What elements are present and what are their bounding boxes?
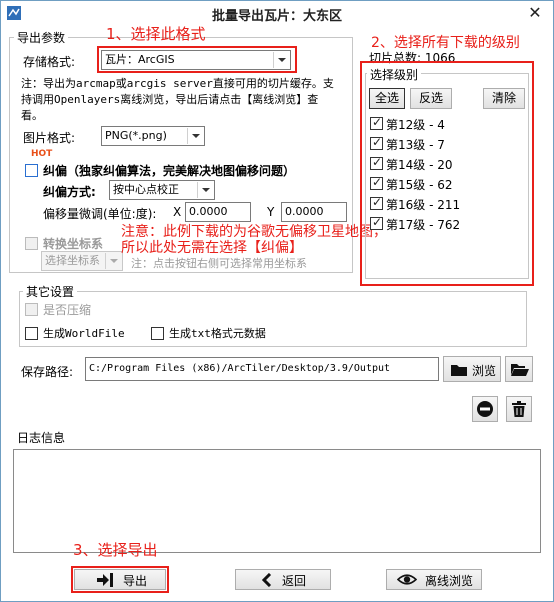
- annotation-step1: 1、选择此格式: [106, 25, 206, 43]
- offset-x-label: X: [173, 205, 182, 219]
- level-label: 第17级 - 762: [386, 218, 461, 232]
- level-label: 第12级 - 4: [386, 118, 445, 132]
- level-label: 第16级 - 211: [386, 198, 461, 212]
- rectify-label: 纠偏（独家纠偏算法，完美解决地图偏移问题）: [43, 164, 296, 178]
- close-button[interactable]: ✕: [521, 4, 549, 22]
- compress-checkbox[interactable]: [25, 303, 38, 316]
- level-checkbox[interactable]: [370, 155, 383, 170]
- export-label: 导出: [123, 574, 148, 588]
- offset-y-label: Y: [267, 205, 275, 219]
- select-all-button[interactable]: 全选: [369, 88, 405, 109]
- worldfile-checkbox[interactable]: [25, 327, 38, 340]
- level-item[interactable]: 第12级 - 4: [368, 114, 526, 134]
- offset-x-input[interactable]: 0.0000: [185, 202, 251, 222]
- txt-meta-label: 生成txt格式元数据: [169, 327, 266, 340]
- txt-meta-checkbox[interactable]: [151, 327, 164, 340]
- hot-badge: HOT: [31, 149, 53, 159]
- level-checkbox[interactable]: [370, 215, 383, 230]
- rectify-method-select[interactable]: 按中心点校正: [109, 180, 215, 200]
- remove-button[interactable]: [472, 396, 498, 422]
- level-checkbox[interactable]: [370, 115, 383, 130]
- convert-crs-checkbox[interactable]: [25, 237, 38, 250]
- chevron-down-icon: [197, 182, 213, 198]
- worldfile-label: 生成WorldFile: [43, 327, 125, 340]
- export-icon: [97, 573, 113, 587]
- level-label: 第14级 - 20: [386, 158, 453, 172]
- chevron-down-icon: [187, 128, 203, 144]
- level-item[interactable]: 第14级 - 20: [368, 154, 526, 174]
- log-textarea[interactable]: [13, 449, 541, 553]
- other-settings-title: 其它设置: [23, 283, 78, 300]
- rectify-method-value: 按中心点校正: [113, 183, 179, 196]
- level-checkbox[interactable]: [370, 195, 383, 210]
- rectify-checkbox[interactable]: [25, 164, 38, 177]
- browse-label: 浏览: [472, 364, 497, 378]
- crs-select-value: 选择坐标系: [45, 254, 100, 267]
- crs-hint: 注：点击按钮右侧可选择常用坐标系: [131, 257, 307, 270]
- minus-circle-icon: [477, 401, 493, 417]
- level-checkbox[interactable]: [370, 175, 383, 190]
- format-note-line1: 注：导出为arcmap或arcgis server直接可用的切片缓存。支: [21, 77, 334, 90]
- annotation-step3: 3、选择导出: [73, 541, 158, 559]
- dialog-window: 批量导出瓦片：大东区 ✕ 导出参数 存储格式: 瓦片：ArcGIS 1、选择此格…: [0, 0, 554, 602]
- level-item[interactable]: 第15级 - 62: [368, 174, 526, 194]
- compress-label: 是否压缩: [43, 303, 92, 317]
- open-folder-icon: [511, 364, 529, 376]
- format-note-line2: 持调用Openlayers离线浏览，导出后请点击【离线浏览】查: [21, 93, 319, 106]
- level-group-title: 选择级别: [367, 66, 422, 83]
- clear-selection-button[interactable]: 清除: [483, 88, 525, 109]
- rectify-method-label: 纠偏方式:: [43, 185, 96, 199]
- level-item[interactable]: 第16级 - 211: [368, 194, 526, 214]
- level-list: 第12级 - 4 第13级 - 7 第14级 - 20 第15级 - 62 第16级 -…: [368, 114, 526, 234]
- level-item[interactable]: 第13级 - 7: [368, 134, 526, 154]
- level-item[interactable]: 第17级 - 762: [368, 214, 526, 234]
- window-title: 批量导出瓦片：大东区: [211, 9, 342, 24]
- open-folder-button[interactable]: [505, 356, 533, 382]
- level-label: 第15级 - 62: [386, 178, 453, 192]
- image-format-label: 图片格式:: [23, 131, 76, 145]
- format-note-line3: 看。: [21, 109, 43, 122]
- back-label: 返回: [282, 574, 307, 588]
- save-path-label: 保存路径:: [21, 365, 74, 379]
- chevron-down-icon: [105, 253, 121, 269]
- eye-icon: [397, 574, 417, 585]
- convert-crs-label: 转换坐标系: [43, 237, 104, 251]
- folder-icon: [451, 365, 467, 376]
- title-bar: 批量导出瓦片：大东区 ✕: [1, 1, 553, 25]
- level-checkbox[interactable]: [370, 135, 383, 150]
- offline-view-button[interactable]: 离线浏览: [386, 569, 482, 590]
- offline-view-label: 离线浏览: [425, 574, 474, 588]
- offset-label: 偏移量微调(单位:度):: [43, 207, 157, 221]
- back-button[interactable]: 返回: [235, 569, 331, 590]
- offset-y-input[interactable]: 0.0000: [281, 202, 347, 222]
- image-format-select[interactable]: PNG(*.png): [101, 126, 205, 146]
- image-format-value: PNG(*.png): [105, 129, 167, 142]
- crs-select[interactable]: 选择坐标系: [41, 251, 123, 271]
- trash-icon: [512, 401, 526, 417]
- log-group-title: 日志信息: [14, 429, 69, 446]
- invert-selection-button[interactable]: 反选: [410, 88, 452, 109]
- level-label: 第13级 - 7: [386, 138, 445, 152]
- annotation-box-format: [97, 46, 297, 73]
- annotation-note-line2: 所以此处无需在选择【纠偏】: [121, 240, 303, 256]
- delete-button[interactable]: [506, 396, 532, 422]
- export-button[interactable]: 导出: [74, 569, 166, 590]
- chevron-left-icon: [262, 573, 272, 587]
- save-path-input[interactable]: C:/Program Files (x86)/ArcTiler/Desktop/…: [85, 357, 439, 381]
- browse-button[interactable]: 浏览: [443, 356, 501, 382]
- storage-format-label: 存储格式:: [23, 55, 76, 69]
- export-params-title: 导出参数: [14, 29, 69, 46]
